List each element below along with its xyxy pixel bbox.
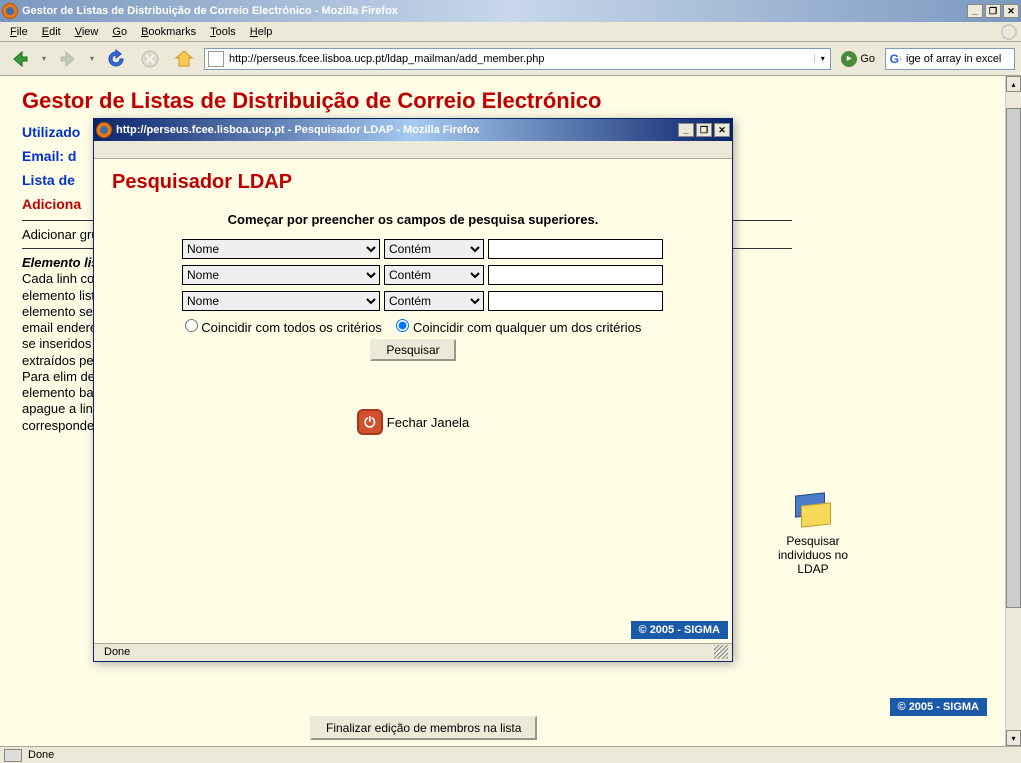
value-input-1[interactable] xyxy=(488,239,663,259)
scroll-down[interactable]: ▾ xyxy=(1006,730,1021,746)
operator-select-2[interactable]: Contém xyxy=(384,265,484,285)
popup-restore-button[interactable]: ❐ xyxy=(696,123,712,137)
operator-select-1[interactable]: Contém xyxy=(384,239,484,259)
ldap-search-link[interactable]: Pesquisar individuos no LDAP xyxy=(773,494,853,576)
menu-file[interactable]: File xyxy=(4,24,34,40)
close-window-link[interactable]: ⏻ Fechar Janela xyxy=(112,409,714,435)
go-button[interactable]: ▸ Go xyxy=(837,49,879,69)
menu-edit[interactable]: Edit xyxy=(36,24,67,40)
popup-title: http://perseus.fcee.lisboa.ucp.pt - Pesq… xyxy=(116,124,678,136)
search-row-3: Nome Contém xyxy=(182,291,714,311)
resize-grip[interactable] xyxy=(714,645,728,659)
search-box[interactable]: G↓ xyxy=(885,48,1015,70)
close-button[interactable]: ✕ xyxy=(1003,4,1019,18)
vertical-scrollbar[interactable]: ▴ ▾ xyxy=(1005,76,1021,746)
forward-dropdown[interactable]: ▾ xyxy=(88,47,96,71)
restore-button[interactable]: ❐ xyxy=(985,4,1001,18)
reload-button[interactable] xyxy=(102,46,130,72)
field-select-1[interactable]: Nome xyxy=(182,239,380,259)
popup-minimize-button[interactable]: _ xyxy=(678,123,694,137)
url-input[interactable] xyxy=(227,51,814,67)
search-row-1: Nome Contém xyxy=(182,239,714,259)
url-bar[interactable]: ▾ xyxy=(204,48,831,70)
home-button[interactable] xyxy=(170,46,198,72)
popup-heading: Pesquisador LDAP xyxy=(112,171,714,194)
main-titlebar[interactable]: Gestor de Listas de Distribuição de Corr… xyxy=(0,0,1021,22)
firefox-icon xyxy=(96,122,112,138)
minimize-button[interactable]: _ xyxy=(967,4,983,18)
popup-sigma-badge: © 2005 - SIGMA xyxy=(631,621,728,639)
value-input-3[interactable] xyxy=(488,291,663,311)
popup-toolbar-spacer xyxy=(94,141,732,159)
page-icon xyxy=(208,51,224,67)
value-input-2[interactable] xyxy=(488,265,663,285)
search-button[interactable]: Pesquisar xyxy=(370,339,455,361)
menu-help[interactable]: Help xyxy=(244,24,279,40)
popup-content: Pesquisador LDAP Começar por preencher o… xyxy=(94,159,732,643)
scroll-thumb[interactable] xyxy=(1006,108,1021,608)
menu-go[interactable]: Go xyxy=(106,24,133,40)
match-all-radio[interactable]: Coincidir com todos os critérios xyxy=(185,320,382,335)
field-select-3[interactable]: Nome xyxy=(182,291,380,311)
field-select-2[interactable]: Nome xyxy=(182,265,380,285)
scroll-up[interactable]: ▴ xyxy=(1006,76,1021,92)
firefox-icon xyxy=(2,3,18,19)
popup-instruction: Começar por preencher os campos de pesqu… xyxy=(112,212,714,227)
power-icon: ⏻ xyxy=(357,409,383,435)
ldap-popup-window[interactable]: http://perseus.fcee.lisboa.ucp.pt - Pesq… xyxy=(93,118,733,662)
menu-tools[interactable]: Tools xyxy=(204,24,242,40)
popup-titlebar[interactable]: http://perseus.fcee.lisboa.ucp.pt - Pesq… xyxy=(94,119,732,141)
envelope-search-icon xyxy=(793,494,833,530)
menu-bookmarks[interactable]: Bookmarks xyxy=(135,24,202,40)
stop-button[interactable] xyxy=(136,46,164,72)
menubar: File Edit View Go Bookmarks Tools Help xyxy=(0,22,1021,42)
throbber-icon xyxy=(1001,24,1017,40)
sigma-badge: © 2005 - SIGMA xyxy=(890,698,987,716)
menu-view[interactable]: View xyxy=(69,24,105,40)
search-row-2: Nome Contém xyxy=(182,265,714,285)
back-dropdown[interactable]: ▾ xyxy=(40,47,48,71)
popup-status-text: Done xyxy=(104,646,130,658)
nav-toolbar: ▾ ▾ ▾ ▸ Go G↓ xyxy=(0,42,1021,76)
google-icon: G↓ xyxy=(888,51,904,67)
go-label: Go xyxy=(860,53,875,65)
status-text: Done xyxy=(28,749,54,761)
search-input[interactable] xyxy=(906,53,1014,65)
match-mode-row: Coincidir com todos os critérios Coincid… xyxy=(112,319,714,335)
main-statusbar: Done xyxy=(0,746,1021,763)
back-button[interactable] xyxy=(6,46,34,72)
popup-close-button[interactable]: ✕ xyxy=(714,123,730,137)
url-dropdown[interactable]: ▾ xyxy=(814,54,830,63)
operator-select-3[interactable]: Contém xyxy=(384,291,484,311)
page-heading: Gestor de Listas de Distribuição de Corr… xyxy=(22,88,983,114)
status-icon xyxy=(4,749,22,762)
forward-button[interactable] xyxy=(54,46,82,72)
main-window-title: Gestor de Listas de Distribuição de Corr… xyxy=(22,5,967,17)
match-any-radio[interactable]: Coincidir com qualquer um dos critérios xyxy=(396,320,641,335)
popup-statusbar: Done xyxy=(94,643,732,660)
finalize-button[interactable]: Finalizar edição de membros na lista xyxy=(310,716,537,740)
